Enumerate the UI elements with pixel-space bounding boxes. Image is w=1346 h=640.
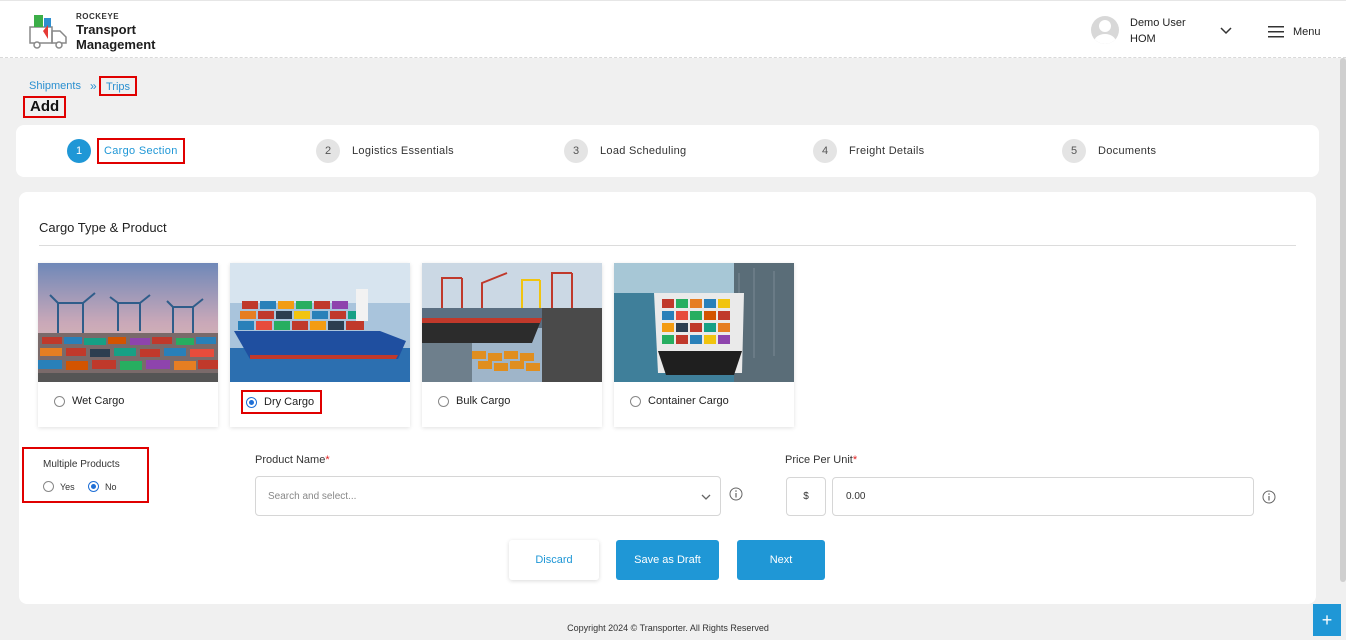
brand-line2: Management bbox=[76, 37, 156, 52]
price-per-unit-label: Price Per Unit* bbox=[785, 454, 857, 466]
product-name-label: Product Name* bbox=[255, 454, 330, 466]
step-label: Freight Details bbox=[849, 145, 925, 157]
cargo-option-dry[interactable]: Dry Cargo bbox=[241, 390, 323, 414]
wet-cargo-radio[interactable] bbox=[54, 395, 65, 407]
chevron-down-icon[interactable] bbox=[1218, 23, 1234, 39]
bulk-cargo-dock-image bbox=[422, 263, 602, 382]
chevron-down-icon bbox=[701, 494, 711, 500]
cargo-card-container[interactable]: Container Cargo bbox=[614, 263, 794, 427]
cargo-form-card: Cargo Type & Product Wet Cargo Dry Cargo… bbox=[19, 192, 1316, 604]
step-logistics-essentials[interactable]: 2 Logistics Essentials bbox=[316, 138, 454, 164]
avatar[interactable] bbox=[1091, 16, 1119, 44]
bulk-cargo-label: Bulk Cargo bbox=[456, 395, 511, 407]
menu-button[interactable]: Menu bbox=[1293, 26, 1321, 38]
dry-cargo-label: Dry Cargo bbox=[264, 396, 315, 408]
breadcrumb-shipments[interactable]: Shipments bbox=[29, 80, 81, 92]
yes-label: Yes bbox=[60, 481, 75, 492]
product-name-select[interactable]: Search and select... bbox=[255, 476, 721, 516]
form-stepper: 1 Cargo Section 2 Logistics Essentials 3… bbox=[16, 125, 1319, 177]
step-number: 2 bbox=[316, 139, 340, 163]
multiple-products-group: Multiple Products Yes No bbox=[22, 447, 149, 503]
step-load-scheduling[interactable]: 3 Load Scheduling bbox=[564, 138, 686, 164]
user-name[interactable]: Demo User bbox=[1130, 17, 1186, 29]
brand-small: ROCKEYE bbox=[76, 12, 120, 21]
required-mark: * bbox=[852, 454, 858, 466]
currency-prefix: $ bbox=[786, 477, 826, 516]
step-label: Documents bbox=[1098, 145, 1157, 157]
cargo-option-container[interactable]: Container Cargo bbox=[630, 395, 729, 407]
multiple-products-yes-radio[interactable] bbox=[43, 481, 54, 492]
dry-cargo-radio[interactable] bbox=[246, 396, 257, 408]
dry-cargo-ship-image bbox=[230, 263, 410, 382]
bulk-cargo-radio[interactable] bbox=[438, 395, 449, 407]
price-per-unit-input[interactable] bbox=[832, 477, 1254, 516]
top-header: ROCKEYE Transport Management Demo User H… bbox=[0, 0, 1346, 58]
multiple-products-no-radio[interactable] bbox=[88, 481, 99, 492]
wet-cargo-port-image bbox=[38, 263, 218, 382]
step-label: Logistics Essentials bbox=[352, 145, 454, 157]
step-documents[interactable]: 5 Documents bbox=[1062, 138, 1156, 164]
section-title: Cargo Type & Product bbox=[39, 220, 167, 235]
scrollbar[interactable] bbox=[1340, 58, 1346, 582]
cargo-option-wet[interactable]: Wet Cargo bbox=[54, 395, 124, 407]
hamburger-menu-icon[interactable] bbox=[1268, 25, 1284, 39]
price-per-unit-label-text: Price Per Unit bbox=[785, 454, 853, 466]
brand-name: ROCKEYE Transport Management bbox=[76, 12, 155, 52]
brand-line1: Transport bbox=[76, 22, 136, 37]
breadcrumb-separator-icon: » bbox=[90, 79, 97, 93]
info-icon[interactable] bbox=[729, 487, 743, 501]
no-label: No bbox=[105, 481, 117, 492]
step-freight-details[interactable]: 4 Freight Details bbox=[813, 138, 924, 164]
step-cargo-section[interactable]: 1 Cargo Section bbox=[67, 138, 185, 164]
cargo-card-wet[interactable]: Wet Cargo bbox=[38, 263, 218, 427]
wet-cargo-label: Wet Cargo bbox=[72, 395, 125, 407]
step-number: 5 bbox=[1062, 139, 1086, 163]
user-role: HOM bbox=[1130, 33, 1156, 45]
step-label: Cargo Section bbox=[97, 138, 185, 164]
product-name-placeholder: Search and select... bbox=[268, 491, 357, 502]
step-number: 1 bbox=[67, 139, 91, 163]
breadcrumb-trips[interactable]: Trips bbox=[99, 76, 138, 96]
cargo-option-bulk[interactable]: Bulk Cargo bbox=[438, 395, 510, 407]
cargo-card-bulk[interactable]: Bulk Cargo bbox=[422, 263, 602, 427]
footer-copyright: Copyright 2024 © Transporter. All Rights… bbox=[567, 623, 769, 633]
step-label: Load Scheduling bbox=[600, 145, 687, 157]
multiple-products-yes-option[interactable]: Yes bbox=[43, 481, 75, 492]
section-divider bbox=[39, 245, 1296, 246]
container-cargo-radio[interactable] bbox=[630, 395, 641, 407]
multiple-products-no-option[interactable]: No bbox=[88, 481, 117, 492]
page-title: Add bbox=[23, 96, 67, 118]
step-number: 4 bbox=[813, 139, 837, 163]
discard-button[interactable]: Discard bbox=[509, 540, 599, 580]
product-name-label-text: Product Name bbox=[255, 454, 326, 466]
container-ship-image bbox=[614, 263, 794, 382]
step-number: 3 bbox=[564, 139, 588, 163]
multiple-products-label: Multiple Products bbox=[43, 459, 120, 470]
container-cargo-label: Container Cargo bbox=[648, 395, 729, 407]
cargo-card-dry[interactable]: Dry Cargo bbox=[230, 263, 410, 427]
required-mark: * bbox=[325, 454, 330, 466]
add-floating-button[interactable]: + bbox=[1313, 604, 1341, 636]
truck-logo-icon bbox=[29, 15, 67, 49]
next-button[interactable]: Next bbox=[737, 540, 825, 580]
save-as-draft-button[interactable]: Save as Draft bbox=[616, 540, 719, 580]
info-icon[interactable] bbox=[1262, 490, 1276, 504]
